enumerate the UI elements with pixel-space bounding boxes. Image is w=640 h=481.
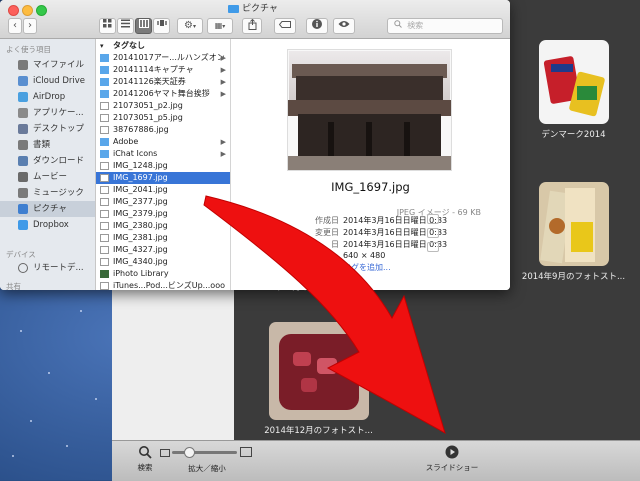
red-arrow-icon — [203, 195, 446, 435]
annotation-arrow — [203, 195, 446, 435]
